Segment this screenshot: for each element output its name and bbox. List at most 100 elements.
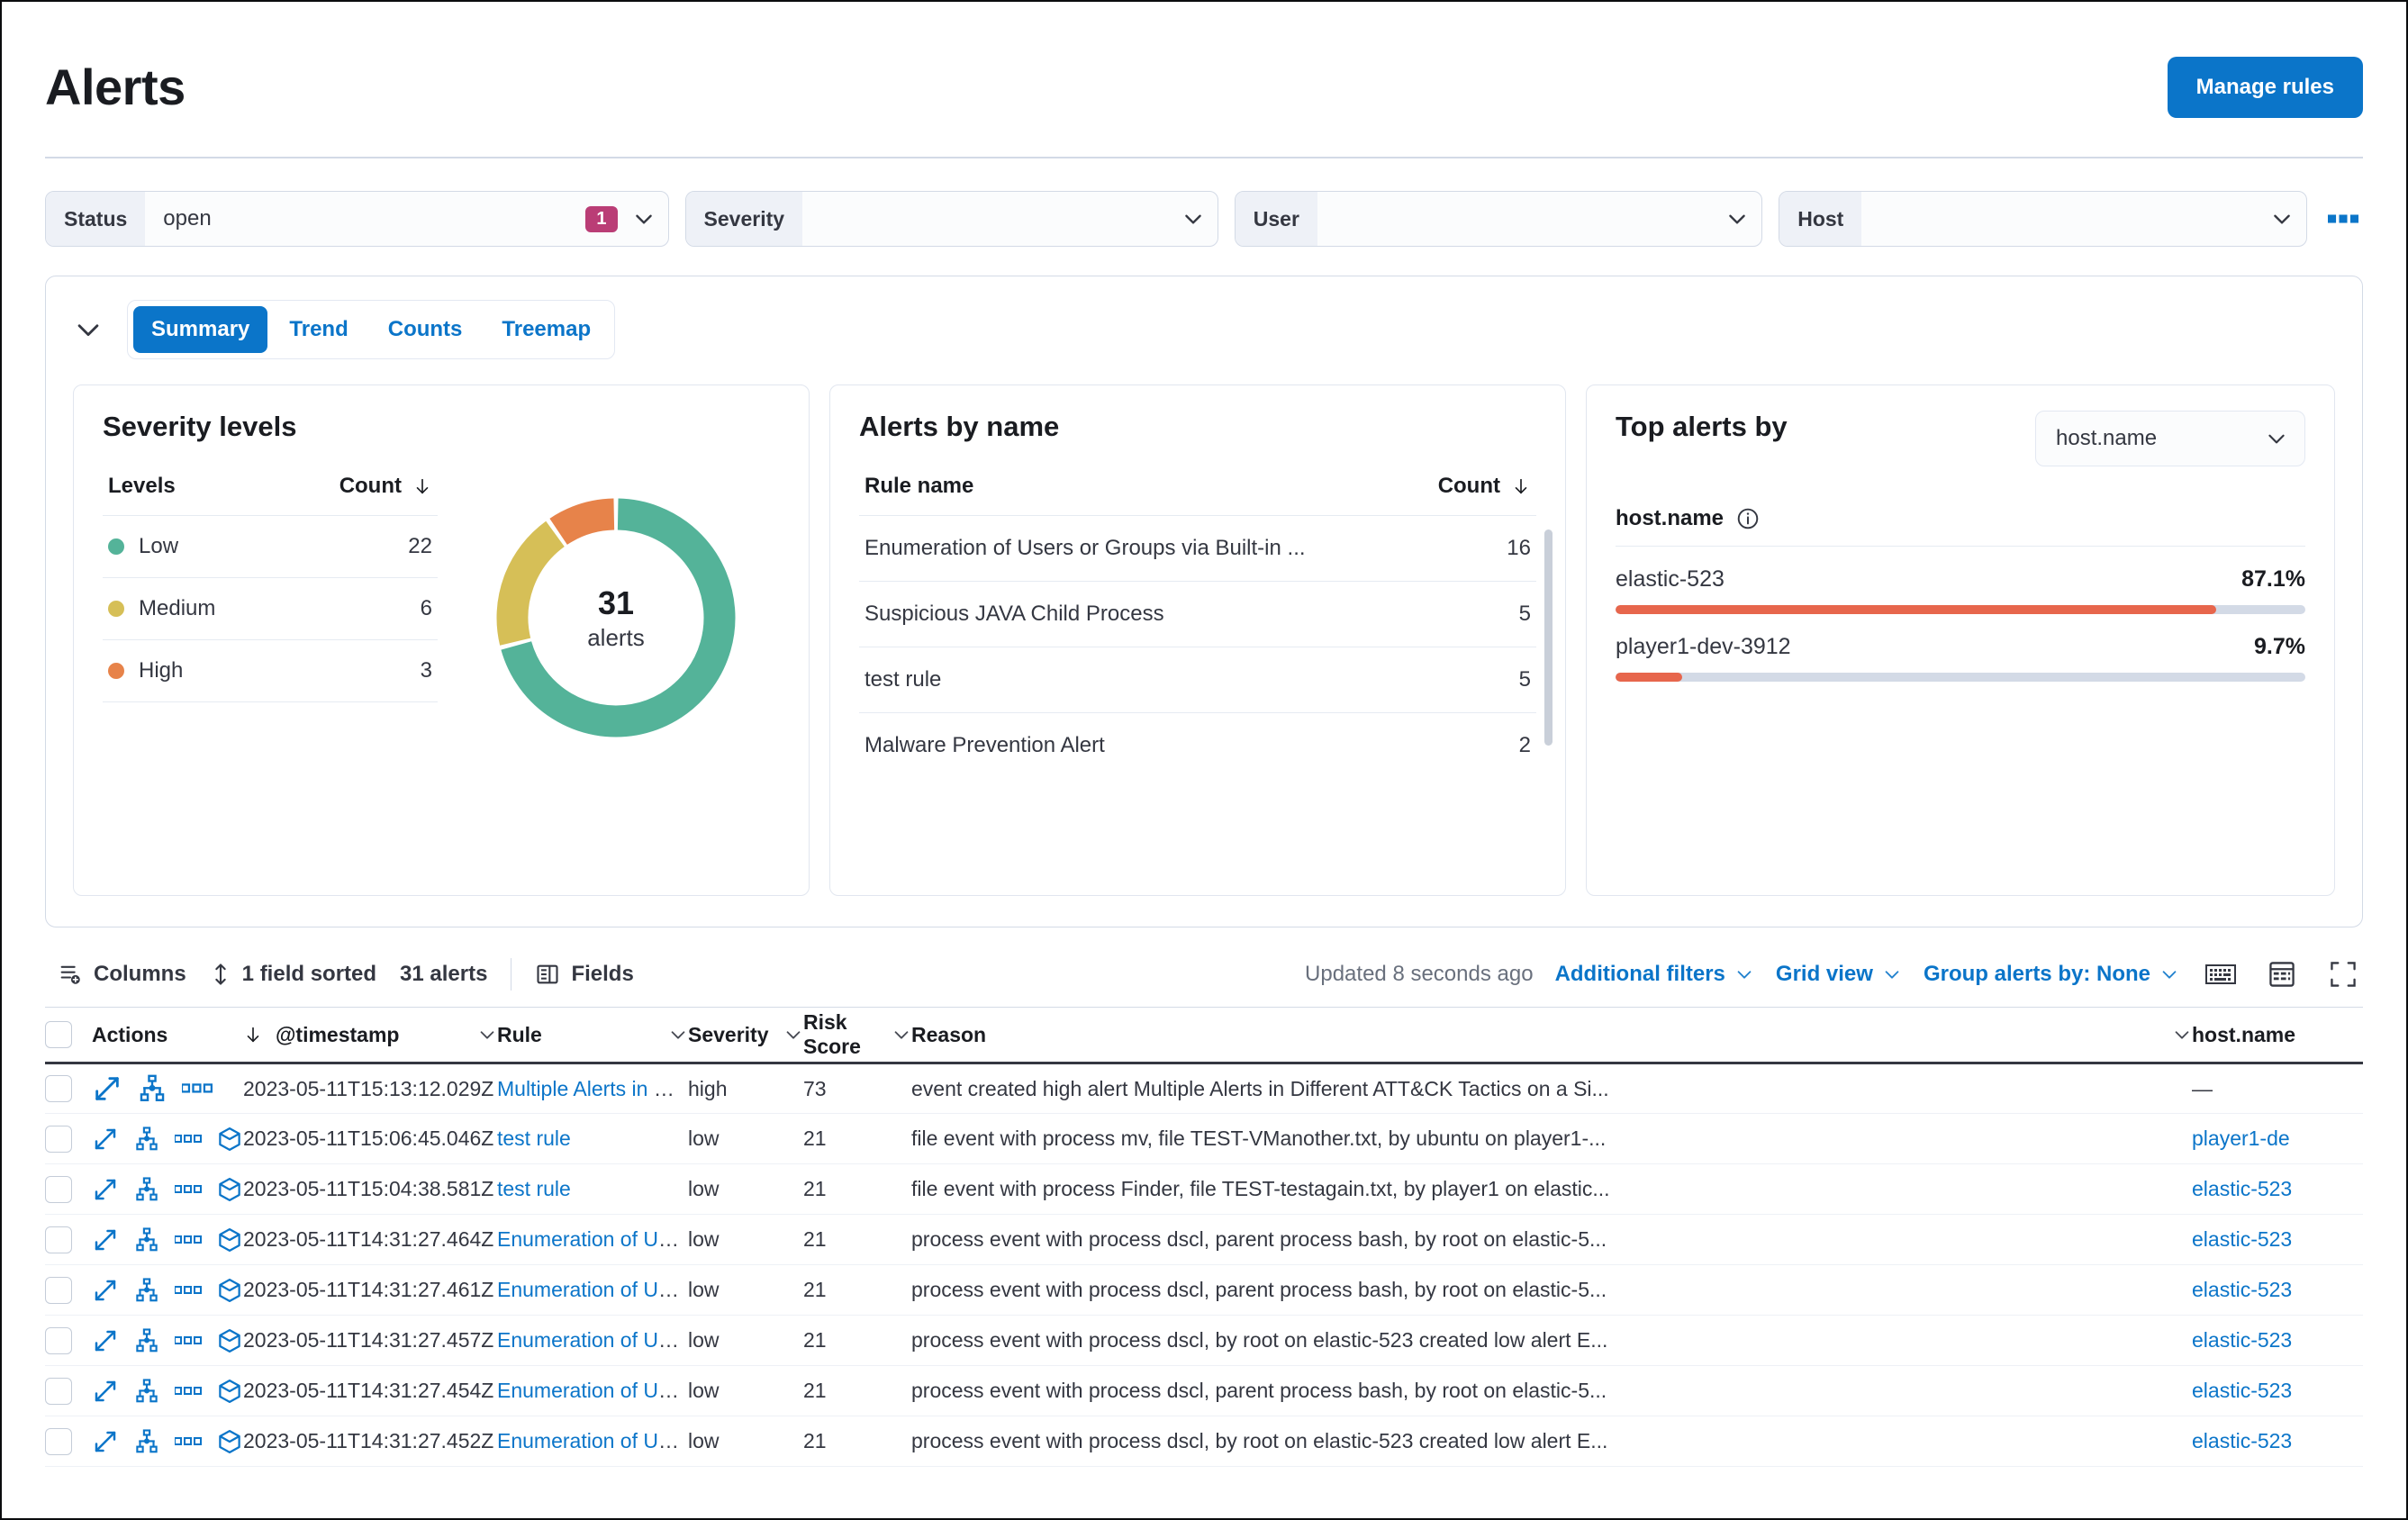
severity-row-medium[interactable]: Medium 6 <box>103 577 438 639</box>
row-checkbox[interactable] <box>45 1427 72 1455</box>
rule-link[interactable]: Enumeration of Users or Gr... <box>497 1328 688 1352</box>
table-row[interactable]: 2023-05-11T14:31:27.464Z Enumeration of U… <box>45 1215 2363 1265</box>
expand-icon[interactable] <box>92 1073 122 1104</box>
rule-link[interactable]: Enumeration of Users or Gr... <box>497 1278 688 1301</box>
row-checkbox[interactable] <box>45 1326 72 1354</box>
display-density-button[interactable] <box>2262 955 2302 994</box>
rule-link[interactable]: Enumeration of Users or Gr... <box>497 1379 688 1402</box>
top-alerts-item[interactable]: elastic-523 87.1% <box>1616 547 2305 614</box>
severity-row-high[interactable]: High 3 <box>103 639 438 702</box>
expand-icon[interactable] <box>92 1376 119 1407</box>
host-link[interactable]: elastic-523 <box>2192 1278 2292 1301</box>
donut-slice-high[interactable] <box>549 498 615 546</box>
keyboard-shortcuts-button[interactable] <box>2201 955 2241 994</box>
filter-user[interactable]: User <box>1234 191 1763 247</box>
host-link[interactable]: elastic-523 <box>2192 1429 2292 1452</box>
filter-host-value-wrap[interactable] <box>1861 192 2305 246</box>
column-header-rule[interactable]: Rule <box>497 1023 688 1047</box>
fields-button[interactable]: Fields <box>535 962 634 987</box>
analyze-event-icon[interactable] <box>133 1124 160 1154</box>
fullscreen-button[interactable] <box>2323 955 2363 994</box>
rule-link[interactable]: Enumeration of Users or Gr... <box>497 1429 688 1452</box>
rule-link[interactable]: test rule <box>497 1126 571 1150</box>
expand-icon[interactable] <box>92 1325 119 1356</box>
rule-link[interactable]: test rule <box>497 1177 571 1200</box>
filter-host[interactable]: Host <box>1779 191 2307 247</box>
group-alerts-by-button[interactable]: Group alerts by: None <box>1924 962 2179 987</box>
column-header-risk-score[interactable]: Risk Score <box>803 1010 911 1059</box>
table-row[interactable]: 2023-05-11T14:31:27.452Z Enumeration of U… <box>45 1416 2363 1467</box>
tab-treemap[interactable]: Treemap <box>484 306 609 353</box>
host-link[interactable]: elastic-523 <box>2192 1328 2292 1352</box>
host-link[interactable]: player1-de <box>2192 1126 2290 1150</box>
table-row[interactable]: 2023-05-11T14:31:27.457Z Enumeration of U… <box>45 1316 2363 1366</box>
session-view-icon[interactable] <box>216 1174 243 1205</box>
more-actions-icon[interactable] <box>175 1376 202 1407</box>
list-item[interactable]: Malware Prevention Alert 2 <box>859 712 1536 778</box>
columns-button[interactable]: Columns <box>58 962 186 987</box>
table-row[interactable]: 2023-05-11T15:06:45.046Z test rule low 21 fi… <box>45 1114 2363 1164</box>
column-header-timestamp[interactable]: @timestamp <box>243 1023 497 1047</box>
column-header-reason[interactable]: Reason <box>911 1023 2192 1047</box>
table-row[interactable]: 2023-05-11T15:04:38.581Z test rule low 21 fi… <box>45 1164 2363 1215</box>
select-all-checkbox[interactable] <box>45 1021 72 1048</box>
row-checkbox[interactable] <box>45 1276 72 1304</box>
donut-slice-medium[interactable] <box>496 520 566 646</box>
filter-status[interactable]: Status open 1 <box>45 191 669 247</box>
host-link[interactable]: elastic-523 <box>2192 1379 2292 1402</box>
expand-icon[interactable] <box>92 1426 119 1457</box>
top-alerts-field-select[interactable]: host.name <box>2035 411 2305 466</box>
tab-trend[interactable]: Trend <box>271 306 366 353</box>
expand-icon[interactable] <box>92 1174 119 1205</box>
expand-icon[interactable] <box>92 1275 119 1306</box>
session-view-icon[interactable] <box>216 1225 243 1255</box>
table-row[interactable]: 2023-05-11T14:31:27.461Z Enumeration of U… <box>45 1265 2363 1316</box>
more-actions-icon[interactable] <box>182 1073 213 1104</box>
row-checkbox[interactable] <box>45 1175 72 1203</box>
analyze-event-icon[interactable] <box>137 1073 167 1104</box>
rule-link[interactable]: Multiple Alerts in Different ... <box>497 1077 688 1100</box>
row-checkbox[interactable] <box>45 1226 72 1253</box>
analyze-event-icon[interactable] <box>133 1426 160 1457</box>
alerts-col-count-wrap[interactable]: Count <box>1438 474 1531 499</box>
session-view-icon[interactable] <box>216 1426 243 1457</box>
analyze-event-icon[interactable] <box>133 1275 160 1306</box>
filter-severity-value-wrap[interactable] <box>802 192 1218 246</box>
column-header-host-name[interactable]: host.name <box>2192 1023 2363 1047</box>
manage-rules-button[interactable]: Manage rules <box>2167 57 2363 118</box>
table-row[interactable]: 2023-05-11T14:31:27.454Z Enumeration of U… <box>45 1366 2363 1416</box>
host-link[interactable]: elastic-523 <box>2192 1227 2292 1251</box>
alerts-by-name-scrollbar[interactable] <box>1544 529 1553 746</box>
tab-counts[interactable]: Counts <box>370 306 481 353</box>
top-alerts-item[interactable]: player1-dev-3912 9.7% <box>1616 614 2305 682</box>
list-item[interactable]: test rule 5 <box>859 647 1536 712</box>
list-item[interactable]: Suspicious JAVA Child Process 5 <box>859 581 1536 647</box>
list-item[interactable]: Enumeration of Users or Groups via Built… <box>859 515 1536 581</box>
sort-fields-button[interactable]: 1 field sorted <box>210 962 376 987</box>
row-checkbox[interactable] <box>45 1125 72 1153</box>
more-actions-icon[interactable] <box>175 1225 202 1255</box>
tab-summary[interactable]: Summary <box>133 306 268 353</box>
expand-icon[interactable] <box>92 1124 119 1154</box>
analyze-event-icon[interactable] <box>133 1174 160 1205</box>
session-view-icon[interactable] <box>216 1376 243 1407</box>
session-view-icon[interactable] <box>216 1325 243 1356</box>
session-view-icon[interactable] <box>216 1124 243 1154</box>
info-icon[interactable] <box>1736 507 1760 530</box>
expand-icon[interactable] <box>92 1225 119 1255</box>
rule-link[interactable]: Enumeration of Users or Gr... <box>497 1227 688 1251</box>
more-actions-icon[interactable] <box>175 1426 202 1457</box>
analyze-event-icon[interactable] <box>133 1325 160 1356</box>
filter-user-value-wrap[interactable] <box>1317 192 1761 246</box>
row-checkbox[interactable] <box>45 1377 72 1405</box>
host-link[interactable]: elastic-523 <box>2192 1177 2292 1200</box>
grid-view-button[interactable]: Grid view <box>1776 962 1902 987</box>
additional-filters-button[interactable]: Additional filters <box>1555 962 1754 987</box>
more-actions-icon[interactable] <box>175 1174 202 1205</box>
collapse-panel-button[interactable] <box>73 314 104 345</box>
more-actions-icon[interactable] <box>175 1325 202 1356</box>
filter-severity[interactable]: Severity <box>684 191 1218 247</box>
severity-col-count-wrap[interactable]: Count <box>339 474 432 499</box>
table-row[interactable]: 2023-05-11T15:13:12.029Z Multiple Alerts … <box>45 1063 2363 1114</box>
more-actions-icon[interactable] <box>175 1124 202 1154</box>
